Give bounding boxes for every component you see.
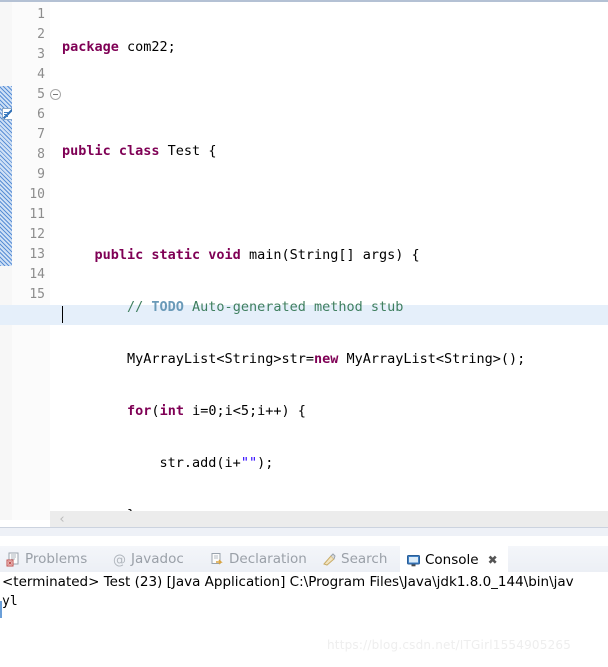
line-number: 15	[29, 287, 45, 302]
line-number: 12	[29, 227, 45, 242]
editor-bottom-strip	[0, 527, 608, 536]
console-icon	[406, 553, 421, 568]
javadoc-icon: @	[112, 552, 127, 568]
editor-horizontal-scrollbar[interactable]: ‹	[50, 511, 608, 528]
tab-problems-label: Problems	[25, 551, 88, 567]
line-number: 1	[37, 7, 45, 22]
problems-icon	[6, 552, 21, 567]
line-number: 8	[37, 147, 45, 162]
tab-javadoc[interactable]: @ Javadoc	[106, 546, 204, 572]
line-number-gutter[interactable]: 1 2 3 4 5 6 7 8 9 10 11 12 13 14 15 16	[12, 2, 51, 520]
code-line-1: package com22;	[62, 39, 176, 55]
tab-javadoc-label: Javadoc	[131, 551, 184, 567]
console-output-line: yl	[2, 594, 18, 609]
tab-declaration[interactable]: Declaration	[204, 546, 316, 572]
code-line-7: MyArrayList<String>str=new MyArrayList<S…	[62, 351, 526, 367]
fold-collapse-icon[interactable]	[50, 89, 61, 100]
tab-console[interactable]: Console ✖	[400, 546, 508, 572]
annotation-ruler-column[interactable]	[0, 2, 14, 520]
console-status-line: <terminated> Test (23) [Java Application…	[2, 574, 574, 590]
view-tab-bar[interactable]: Problems @ Javadoc Declaration Search Co…	[0, 546, 608, 572]
line-number: 10	[29, 187, 45, 202]
scroll-left-arrow-icon[interactable]: ‹	[55, 512, 69, 527]
console-left-marker	[0, 601, 2, 618]
line-number: 7	[37, 127, 45, 142]
line-number: 5	[37, 87, 45, 102]
line-number: 14	[29, 267, 45, 282]
code-line-3: public class Test {	[62, 143, 217, 159]
line-number-list: 1 2 3 4 5 6 7 8 9 10 11 12 13 14 15 16	[12, 5, 48, 325]
close-icon[interactable]: ✖	[488, 553, 498, 567]
line-number: 6	[37, 107, 45, 122]
folding-column[interactable]	[50, 2, 62, 520]
code-line-8: for(int i=0;i<5;i++) {	[127, 403, 306, 419]
tab-console-label: Console	[425, 552, 479, 568]
search-icon	[322, 552, 337, 567]
line-number: 2	[37, 27, 45, 42]
code-line-5: public static void main(String[] args) {	[94, 247, 420, 263]
tab-search-label: Search	[341, 551, 388, 567]
source-code[interactable]: package com22; public class Test { publi…	[62, 5, 608, 536]
code-line-9: str.add(i+"");	[62, 455, 274, 471]
java-editor[interactable]: 1 2 3 4 5 6 7 8 9 10 11 12 13 14 15 16	[0, 0, 608, 536]
console-body[interactable]: <terminated> Test (23) [Java Application…	[0, 572, 608, 667]
tab-search[interactable]: Search	[316, 546, 400, 572]
declaration-icon	[210, 552, 225, 567]
line-number: 9	[37, 167, 45, 182]
line-number: 13	[29, 247, 45, 262]
tab-problems[interactable]: Problems	[0, 546, 106, 572]
watermark: https://blog.csdn.net/ITGirl1554905265	[327, 638, 572, 652]
code-line-6: // TODO Auto-generated method stub	[62, 299, 404, 315]
code-area[interactable]: package com22; public class Test { publi…	[0, 2, 608, 523]
eclipse-ide-window: 1 2 3 4 5 6 7 8 9 10 11 12 13 14 15 16	[0, 0, 608, 667]
line-number: 11	[29, 207, 45, 222]
svg-text:@: @	[113, 553, 126, 567]
tab-declaration-label: Declaration	[229, 551, 307, 567]
line-number: 3	[37, 47, 45, 62]
text-caret	[62, 306, 63, 323]
line-number: 4	[37, 67, 45, 82]
